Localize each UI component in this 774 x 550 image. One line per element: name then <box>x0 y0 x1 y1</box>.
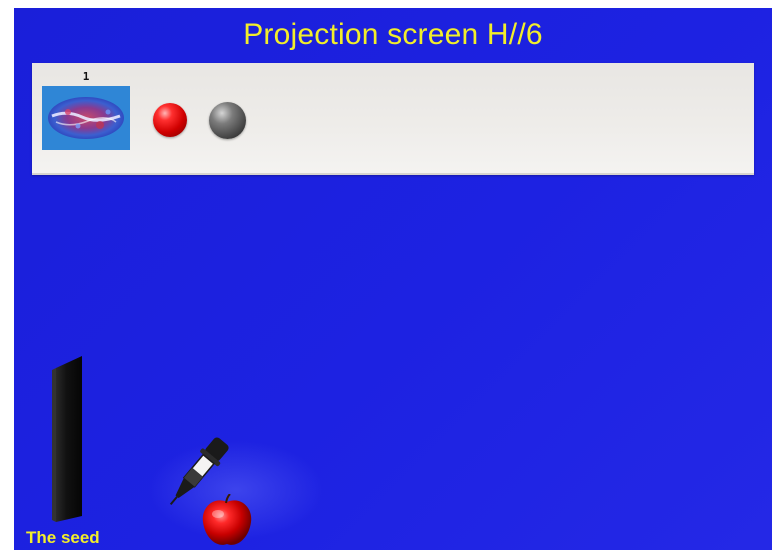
black-slab-icon <box>52 356 82 522</box>
red-apple[interactable] <box>199 493 255 548</box>
galaxy-map-thumbnail[interactable] <box>42 86 130 150</box>
app-frame: Projection screen H//6 1 The seed <box>0 0 774 550</box>
projection-stage: Projection screen H//6 1 The seed <box>14 8 772 550</box>
page-title: Projection screen H//6 <box>243 18 543 51</box>
apple-icon <box>202 493 252 545</box>
slot-number: 1 <box>82 70 90 83</box>
seed-slab[interactable] <box>50 356 84 522</box>
seed-label: The seed <box>26 528 100 547</box>
galaxy-map-icon <box>48 97 124 139</box>
grey-ball[interactable] <box>209 102 246 139</box>
red-ball[interactable] <box>153 103 187 137</box>
dropper-apple-group <box>142 428 332 550</box>
slot-1[interactable]: 1 <box>40 71 132 155</box>
projection-panel: 1 <box>32 63 754 175</box>
